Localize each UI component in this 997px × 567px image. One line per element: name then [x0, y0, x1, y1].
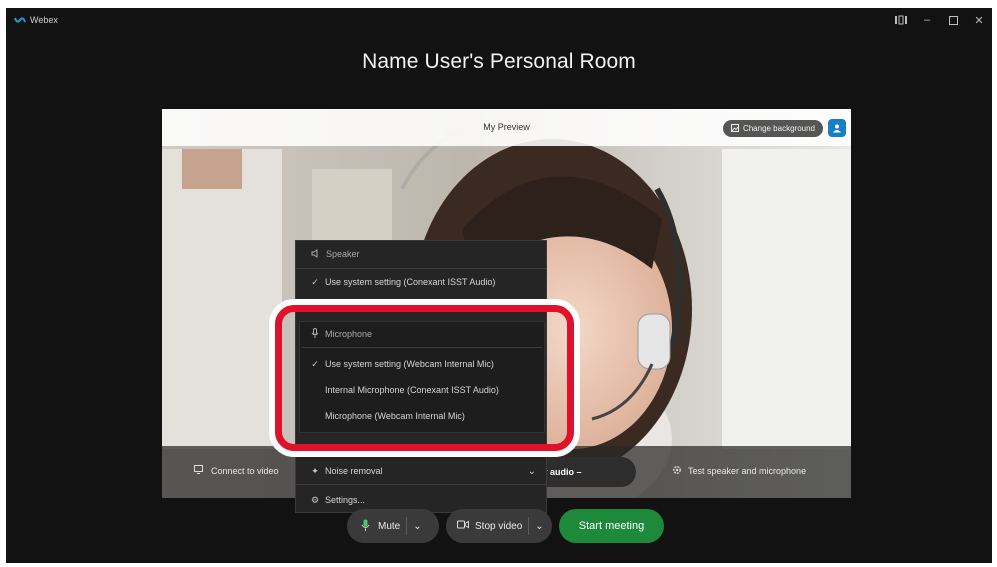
- gear-icon: ⚙: [311, 494, 320, 505]
- webex-icon: [14, 17, 26, 23]
- change-background-button[interactable]: Change background: [722, 120, 823, 137]
- speaker-header-label: Speaker: [326, 249, 360, 259]
- test-speaker-microphone-link[interactable]: Test speaker and microphone: [672, 465, 806, 477]
- video-camera-icon: [457, 520, 469, 532]
- app-name: Webex: [30, 15, 58, 25]
- connect-video-label: Connect to video: [211, 465, 279, 476]
- menu-divider: [296, 453, 546, 454]
- mute-label: Mute: [378, 520, 401, 532]
- menu-divider: [296, 484, 546, 485]
- microphone-highlight-box: [275, 305, 574, 451]
- speaker-icon: [311, 248, 320, 260]
- image-icon: [730, 123, 739, 134]
- test-speaker-label: Test speaker and microphone: [688, 466, 807, 476]
- window-controls: – ✕: [894, 13, 986, 27]
- checkmark-icon: ✓: [311, 276, 319, 287]
- noise-removal-label: Noise removal: [325, 466, 383, 476]
- person-icon: [833, 124, 841, 133]
- microphone-icon: [361, 519, 370, 534]
- background-effects-button[interactable]: [828, 119, 846, 137]
- minimize-icon[interactable]: –: [920, 13, 934, 27]
- start-meeting-button[interactable]: Start meeting: [559, 509, 664, 543]
- room-title: Name User's Personal Room: [362, 50, 636, 73]
- stop-video-button[interactable]: Stop video ⌄: [446, 509, 552, 543]
- layout-icon[interactable]: [894, 13, 908, 27]
- stop-video-label: Stop video: [475, 520, 523, 532]
- menu-divider: [296, 268, 546, 269]
- speaker-option-label: Use system setting (Conexant ISST Audio): [325, 277, 496, 287]
- preview-topbar: My Preview Change background: [162, 109, 851, 146]
- maximize-icon[interactable]: [946, 13, 960, 27]
- noise-removal-option[interactable]: ✦ Noise removal ⌄: [296, 462, 546, 480]
- close-icon[interactable]: ✕: [972, 13, 986, 27]
- settings-option[interactable]: ⚙ Settings...: [296, 491, 546, 509]
- sparkle-icon: ✦: [311, 465, 319, 476]
- mute-button[interactable]: Mute ⌄: [347, 509, 439, 543]
- chevron-down-icon: ⌄: [527, 465, 536, 477]
- speaker-section-header: Speaker: [296, 245, 546, 263]
- settings-label: Settings...: [325, 495, 366, 505]
- app-logo: Webex: [14, 15, 58, 25]
- audio-connection-label: r audio –: [544, 467, 582, 477]
- chevron-down-icon[interactable]: ⌄: [413, 521, 421, 532]
- chevron-down-icon[interactable]: ⌄: [535, 521, 543, 532]
- change-background-label: Change background: [742, 124, 815, 133]
- title-bar: Webex – ✕: [6, 8, 992, 34]
- gear-icon: [672, 465, 682, 477]
- connect-video-option[interactable]: Connect to video: [194, 465, 279, 476]
- speaker-option-system[interactable]: ✓ Use system setting (Conexant ISST Audi…: [296, 273, 546, 291]
- webex-window: Webex – ✕ Name User's Personal Room My P…: [6, 8, 992, 563]
- video-device-icon: [194, 465, 205, 476]
